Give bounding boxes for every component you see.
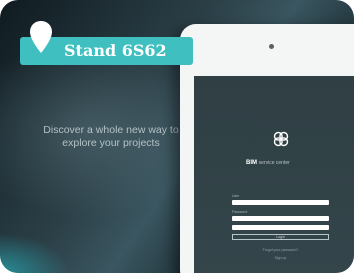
- password-field[interactable]: [232, 216, 329, 221]
- promo-card: Discover a whole new way to explore your…: [0, 0, 354, 273]
- tablet-camera: [269, 44, 274, 49]
- stand-badge-text: Stand 6S62: [64, 41, 167, 60]
- extra-field[interactable]: [232, 225, 329, 230]
- tablet-device: BIM service center User Password Login F…: [180, 24, 354, 273]
- brand-name-bold: BIM: [246, 160, 257, 166]
- map-pin-icon: [30, 21, 52, 53]
- signup-link[interactable]: Sign up: [232, 256, 329, 260]
- bim-logo-icon: [273, 131, 289, 147]
- login-button[interactable]: Login: [232, 234, 329, 240]
- brand-name: BIM service center: [246, 160, 326, 166]
- login-screen: BIM service center User Password Login F…: [194, 76, 354, 273]
- hero-tagline: Discover a whole new way to explore your…: [43, 124, 179, 149]
- password-label: Password: [232, 210, 248, 214]
- background-accent: [0, 233, 70, 273]
- username-field[interactable]: [232, 200, 329, 205]
- forgot-password-link[interactable]: Forgot your password?: [232, 248, 329, 252]
- username-label: User: [232, 194, 240, 198]
- brand-suffix: service center: [258, 160, 290, 166]
